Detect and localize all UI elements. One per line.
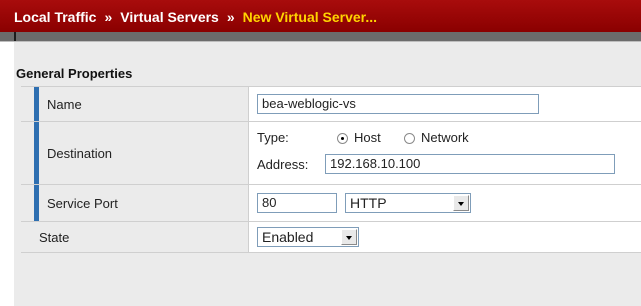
host-radio[interactable] — [337, 133, 348, 144]
name-input[interactable]: bea-weblogic-vs — [257, 94, 539, 114]
breadcrumb-current: New Virtual Server... — [242, 9, 378, 25]
breadcrumb-virtual-servers[interactable]: Virtual Servers — [120, 9, 219, 25]
chevron-down-icon[interactable] — [453, 195, 469, 211]
properties-table: Name bea-weblogic-vs Destination Type: H… — [21, 86, 641, 253]
name-label: Name — [21, 87, 249, 121]
row-name: Name bea-weblogic-vs — [21, 87, 641, 122]
service-port-value-cell: 80 HTTP — [249, 185, 641, 221]
destination-value-cell: Type: Host Network Address: 192.168.10.1… — [249, 122, 641, 184]
address-input[interactable]: 192.168.10.100 — [325, 154, 615, 174]
service-port-label: Service Port — [21, 185, 249, 221]
chevron-down-icon[interactable] — [341, 229, 357, 245]
destination-label: Destination — [21, 122, 249, 184]
host-radio-label[interactable]: Host — [354, 130, 381, 145]
tab-bar-marker — [14, 32, 16, 41]
name-value-cell: bea-weblogic-vs — [249, 87, 641, 121]
breadcrumb-local-traffic[interactable]: Local Traffic — [14, 9, 96, 25]
network-radio[interactable] — [404, 133, 415, 144]
type-label: Type: — [257, 130, 289, 145]
row-destination: Destination Type: Host Network Address: … — [21, 122, 641, 185]
protocol-select[interactable]: HTTP — [345, 193, 471, 213]
tab-bar — [0, 32, 641, 42]
breadcrumb-separator: » — [104, 9, 113, 25]
state-value-cell: Enabled — [249, 222, 641, 252]
network-radio-label[interactable]: Network — [421, 130, 469, 145]
row-service-port: Service Port 80 HTTP — [21, 185, 641, 222]
row-state: State Enabled — [21, 222, 641, 253]
state-label: State — [21, 222, 249, 252]
protocol-select-value: HTTP — [350, 195, 387, 211]
state-select-value: Enabled — [262, 229, 314, 245]
section-title: General Properties — [16, 66, 133, 81]
breadcrumb-separator: » — [226, 9, 235, 25]
port-input[interactable]: 80 — [257, 193, 337, 213]
address-label: Address: — [257, 157, 309, 172]
breadcrumb: Local Traffic » Virtual Servers » New Virtua… — [0, 0, 641, 32]
state-select[interactable]: Enabled — [257, 227, 359, 247]
